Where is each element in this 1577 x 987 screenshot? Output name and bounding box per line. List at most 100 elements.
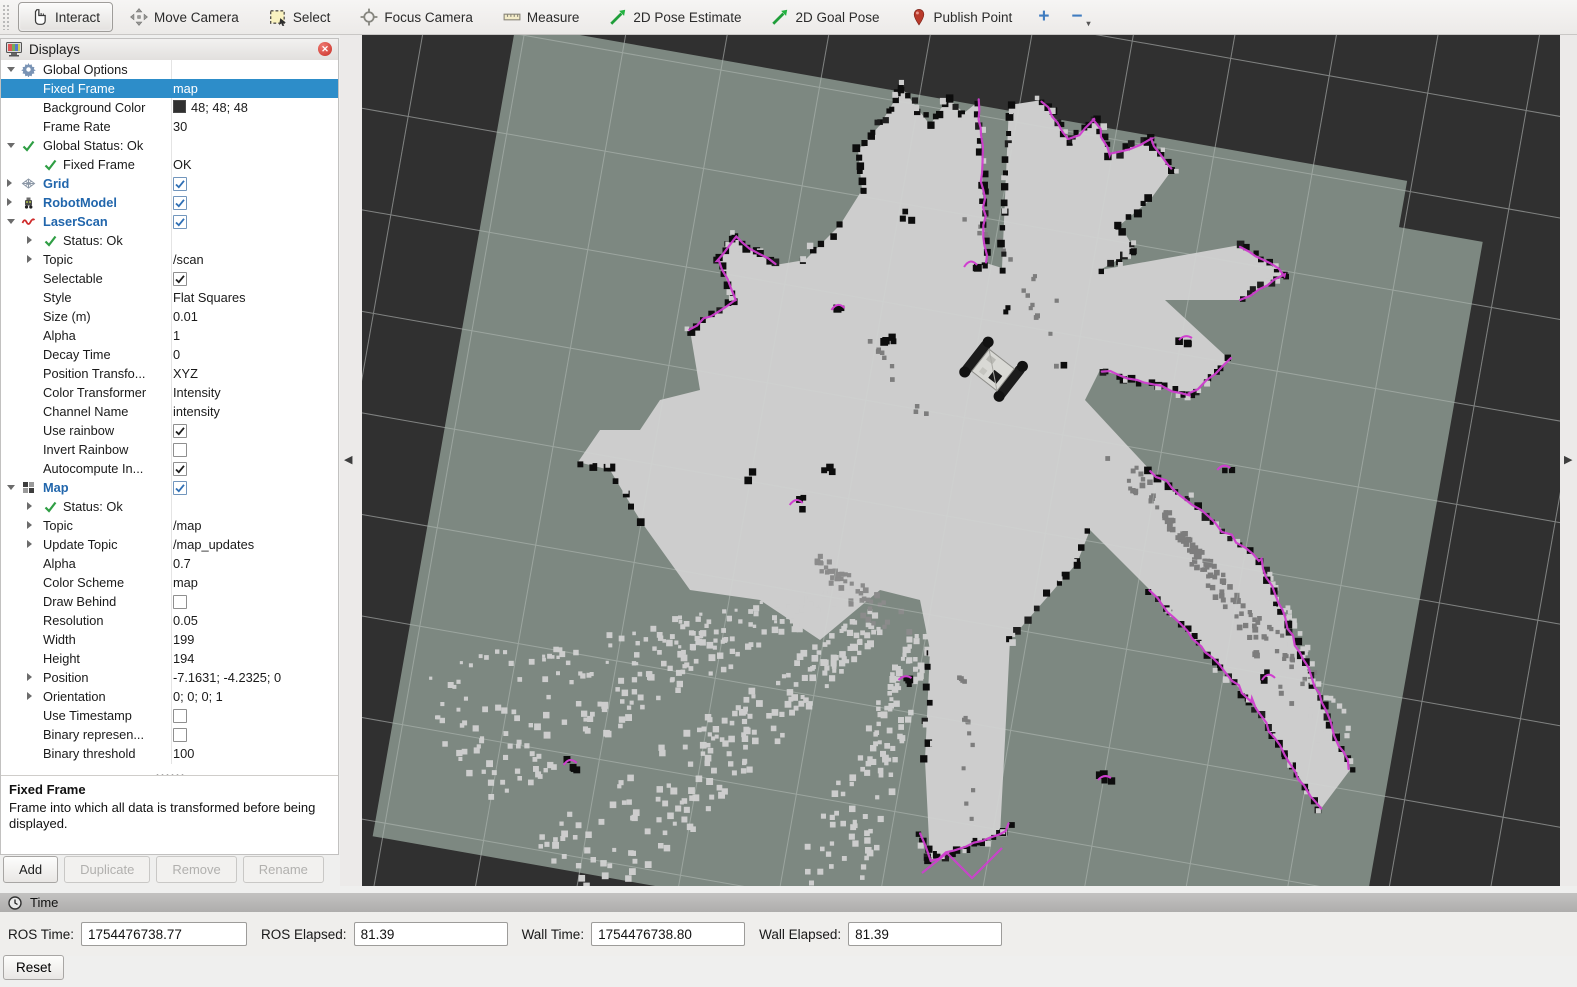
expand-arrow-closed[interactable] (7, 179, 12, 187)
tree-row-status-ok[interactable]: Status: Ok (1, 231, 338, 250)
ros-elapsed-input[interactable] (354, 922, 508, 946)
toolbar-grip[interactable] (2, 4, 10, 30)
expand-arrow-closed[interactable] (27, 521, 32, 529)
expand-arrow-open[interactable] (7, 67, 15, 72)
tool-move-camera[interactable]: Move Camera (117, 2, 252, 32)
tree-row-size-m[interactable]: Size (m)0.01 (1, 307, 338, 326)
tree-row-color-transformer[interactable]: Color TransformerIntensity (1, 383, 338, 402)
expand-arrow-closed[interactable] (7, 198, 12, 206)
tree-row-binary-threshold[interactable]: Binary threshold100 (1, 744, 338, 763)
property-value[interactable]: XYZ (173, 364, 198, 383)
expand-arrow-closed[interactable] (27, 673, 32, 681)
expand-arrow-closed[interactable] (27, 540, 32, 548)
tree-row-laserscan[interactable]: LaserScan (1, 212, 338, 231)
tool-interact[interactable]: Interact (18, 2, 113, 32)
time-panel-header[interactable]: Time (0, 893, 1577, 912)
tool-focus-camera[interactable]: Focus Camera (347, 2, 486, 32)
tree-row-color-scheme[interactable]: Color Schememap (1, 573, 338, 592)
tree-row-invert-rainbow[interactable]: Invert Rainbow (1, 440, 338, 459)
right-panel-splitter[interactable]: ▶ (1560, 35, 1577, 886)
tree-row-use-rainbow[interactable]: Use rainbow (1, 421, 338, 440)
tree-row-alpha[interactable]: Alpha1 (1, 326, 338, 345)
expand-arrow-open[interactable] (7, 143, 15, 148)
checkbox-unchecked[interactable] (173, 595, 187, 609)
property-value[interactable]: /map (173, 516, 201, 535)
displays-panel-header[interactable]: Displays ✕ (1, 39, 338, 61)
property-value[interactable]: 1 (173, 326, 180, 345)
close-icon[interactable]: ✕ (318, 42, 332, 56)
tree-row-topic[interactable]: Topic/map (1, 516, 338, 535)
tree-row-grid[interactable]: Grid (1, 174, 338, 193)
property-value[interactable]: 100 (173, 744, 194, 763)
expand-arrow-open[interactable] (7, 219, 15, 224)
left-panel-splitter[interactable]: ◀ (340, 35, 362, 886)
checkbox-checked[interactable] (173, 424, 187, 438)
tree-row-resolution[interactable]: Resolution0.05 (1, 611, 338, 630)
tree-row-position-transfo[interactable]: Position Transfo...XYZ (1, 364, 338, 383)
tree-help-splitter[interactable] (1, 764, 338, 773)
property-value[interactable]: /map_updates (173, 535, 254, 554)
tree-row-update-topic[interactable]: Update Topic/map_updates (1, 535, 338, 554)
tree-row-autocompute-in[interactable]: Autocompute In... (1, 459, 338, 478)
checkbox-checked[interactable] (173, 196, 187, 210)
tree-row-status-ok[interactable]: Status: Ok (1, 497, 338, 516)
checkbox-checked[interactable] (173, 462, 187, 476)
tree-row-robotmodel[interactable]: RobotModel (1, 193, 338, 212)
property-value[interactable]: intensity (173, 402, 220, 421)
wall-elapsed-input[interactable] (848, 922, 1002, 946)
tree-row-decay-time[interactable]: Decay Time0 (1, 345, 338, 364)
tree-row-channel-name[interactable]: Channel Nameintensity (1, 402, 338, 421)
checkbox-checked[interactable] (173, 177, 187, 191)
property-value[interactable]: 0 (173, 345, 180, 364)
tree-row-position[interactable]: Position-7.1631; -4.2325; 0 (1, 668, 338, 687)
render-viewport[interactable] (362, 35, 1560, 886)
property-value[interactable]: 0.05 (173, 611, 198, 630)
tree-row-fixed-frame[interactable]: Fixed Framemap (1, 79, 338, 98)
expand-arrow-closed[interactable] (27, 236, 32, 244)
tree-row-width[interactable]: Width199 (1, 630, 338, 649)
tree-row-alpha[interactable]: Alpha0.7 (1, 554, 338, 573)
property-value[interactable]: 194 (173, 649, 194, 668)
property-value[interactable]: 0.01 (173, 307, 198, 326)
tree-row-frame-rate[interactable]: Frame Rate30 (1, 117, 338, 136)
tool-goal-pose[interactable]: 2D Goal Pose (758, 2, 892, 32)
checkbox-unchecked[interactable] (173, 709, 187, 723)
collapse-left-icon[interactable]: ◀ (344, 453, 352, 466)
tree-row-selectable[interactable]: Selectable (1, 269, 338, 288)
tool-pose-estimate[interactable]: 2D Pose Estimate (596, 2, 754, 32)
ros-time-input[interactable] (81, 922, 247, 946)
tree-row-binary-represen[interactable]: Binary represen... (1, 725, 338, 744)
expand-arrow-closed[interactable] (27, 692, 32, 700)
tree-row-global-options[interactable]: Global Options (1, 60, 338, 79)
checkbox-checked[interactable] (173, 481, 187, 495)
tree-row-orientation[interactable]: Orientation0; 0; 0; 1 (1, 687, 338, 706)
tree-row-topic[interactable]: Topic/scan (1, 250, 338, 269)
reset-button[interactable]: Reset (3, 955, 64, 980)
property-value[interactable]: 0; 0; 0; 1 (173, 687, 223, 706)
property-value[interactable]: OK (173, 155, 192, 174)
checkbox-checked[interactable] (173, 272, 187, 286)
tool-publish-point[interactable]: Publish Point (897, 2, 1026, 32)
property-value[interactable]: 0.7 (173, 554, 191, 573)
expand-arrow-open[interactable] (7, 485, 15, 490)
tree-row-height[interactable]: Height194 (1, 649, 338, 668)
expand-arrow-closed[interactable] (27, 502, 32, 510)
checkbox-unchecked[interactable] (173, 443, 187, 457)
tree-row-style[interactable]: StyleFlat Squares (1, 288, 338, 307)
tool-add-tool[interactable]: + (1029, 2, 1058, 32)
tool-select[interactable]: Select (256, 2, 344, 32)
checkbox-unchecked[interactable] (173, 728, 187, 742)
property-value[interactable]: map (173, 79, 198, 98)
tree-row-map[interactable]: Map (1, 478, 338, 497)
wall-time-input[interactable] (591, 922, 745, 946)
property-value[interactable]: 48; 48; 48 (173, 98, 248, 117)
property-value[interactable]: Flat Squares (173, 288, 246, 307)
tool-measure[interactable]: Measure (490, 2, 593, 32)
property-value[interactable]: Intensity (173, 383, 221, 402)
tree-row-fixed-frame[interactable]: Fixed FrameOK (1, 155, 338, 174)
tree-row-draw-behind[interactable]: Draw Behind (1, 592, 338, 611)
checkbox-checked[interactable] (173, 215, 187, 229)
property-value[interactable]: 30 (173, 117, 187, 136)
expand-right-icon[interactable]: ▶ (1564, 453, 1572, 466)
add-button[interactable]: Add (3, 856, 58, 883)
